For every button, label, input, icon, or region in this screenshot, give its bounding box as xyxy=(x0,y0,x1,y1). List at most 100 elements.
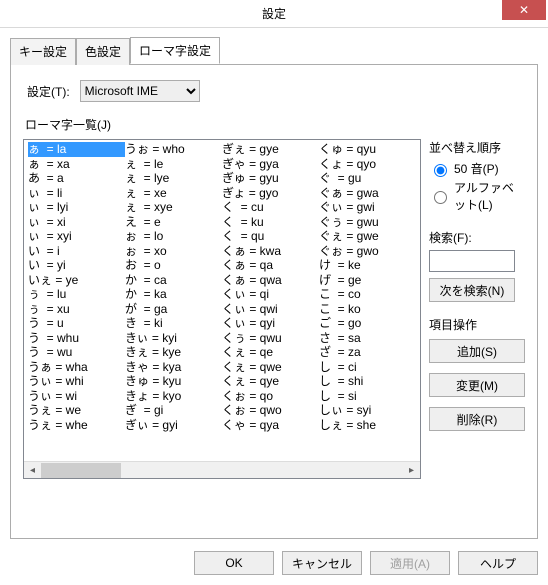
list-item[interactable]: ぅ = xu xyxy=(28,302,125,317)
find-next-button[interactable]: 次を検索(N) xyxy=(429,278,515,302)
list-item[interactable]: ぃ = li xyxy=(28,186,125,201)
list-item[interactable]: い = i xyxy=(28,244,125,259)
list-item[interactable]: ぎぇ = gye xyxy=(222,142,319,157)
list-item[interactable]: ぁ = la xyxy=(28,142,125,157)
tab-romaji[interactable]: ローマ字設定 xyxy=(130,37,220,64)
list-item[interactable]: ぐぅ = gwu xyxy=(319,215,416,230)
scroll-thumb[interactable] xyxy=(41,463,121,478)
list-item[interactable]: ぇ = xe xyxy=(125,186,222,201)
list-item[interactable]: くゃ = qya xyxy=(222,418,319,433)
scroll-track[interactable] xyxy=(41,462,403,479)
list-item[interactable]: し = si xyxy=(319,389,416,404)
tab-color[interactable]: 色設定 xyxy=(76,38,130,65)
list-item[interactable]: か = ca xyxy=(125,273,222,288)
setting-select[interactable]: Microsoft IME xyxy=(80,80,200,102)
list-item[interactable]: う = whu xyxy=(28,331,125,346)
list-item[interactable]: く = ku xyxy=(222,215,319,230)
list-item[interactable]: う = wu xyxy=(28,345,125,360)
close-button[interactable]: ✕ xyxy=(502,0,546,20)
tab-key[interactable]: キー設定 xyxy=(10,38,76,65)
list-item[interactable]: ぎゃ = gya xyxy=(222,157,319,172)
list-item[interactable]: うぉ = who xyxy=(125,142,222,157)
list-item[interactable]: い = yi xyxy=(28,258,125,273)
ok-button[interactable]: OK xyxy=(194,551,274,575)
sort-radio-alpha-input[interactable] xyxy=(434,191,447,204)
list-item[interactable]: ぎ = gi xyxy=(125,403,222,418)
change-button[interactable]: 変更(M) xyxy=(429,373,525,397)
list-item[interactable]: しぇ = she xyxy=(319,418,416,433)
list-item[interactable]: くぇ = qwe xyxy=(222,360,319,375)
list-item[interactable]: し = ci xyxy=(319,360,416,375)
list-item[interactable]: きぇ = kye xyxy=(125,345,222,360)
list-item[interactable]: ぐぃ = gwi xyxy=(319,200,416,215)
list-item[interactable]: うぃ = wi xyxy=(28,389,125,404)
list-item[interactable]: しぃ = syi xyxy=(319,403,416,418)
list-item[interactable]: ぐぇ = gwe xyxy=(319,229,416,244)
list-item[interactable]: ぐ = gu xyxy=(319,171,416,186)
list-item[interactable]: ぐぉ = gwo xyxy=(319,244,416,259)
scroll-right-icon[interactable]: ▸ xyxy=(403,462,420,479)
help-button[interactable]: ヘルプ xyxy=(458,551,538,575)
list-item[interactable]: くぁ = qwa xyxy=(222,273,319,288)
list-item[interactable]: く = cu xyxy=(222,200,319,215)
list-item[interactable]: げ = ge xyxy=(319,273,416,288)
list-item[interactable]: あ = a xyxy=(28,171,125,186)
list-item[interactable]: ぃ = xi xyxy=(28,215,125,230)
list-item[interactable]: ぎぃ = gyi xyxy=(125,418,222,433)
cancel-button[interactable]: キャンセル xyxy=(282,551,362,575)
list-item[interactable]: くぃ = qwi xyxy=(222,302,319,317)
list-item[interactable]: きょ = kyo xyxy=(125,389,222,404)
list-item[interactable]: ざ = za xyxy=(319,345,416,360)
list-item[interactable]: くぁ = qa xyxy=(222,258,319,273)
list-item[interactable]: さ = sa xyxy=(319,331,416,346)
list-item[interactable]: ぐぁ = gwa xyxy=(319,186,416,201)
search-input[interactable] xyxy=(429,250,515,272)
list-item[interactable]: きゃ = kya xyxy=(125,360,222,375)
list-item[interactable]: くぇ = qye xyxy=(222,374,319,389)
list-item[interactable]: くょ = qyo xyxy=(319,157,416,172)
list-item[interactable]: くぃ = qyi xyxy=(222,316,319,331)
list-item[interactable]: き = ki xyxy=(125,316,222,331)
list-item[interactable]: きぃ = kyi xyxy=(125,331,222,346)
list-item[interactable]: うぃ = whi xyxy=(28,374,125,389)
list-item[interactable]: ぇ = le xyxy=(125,157,222,172)
list-item[interactable]: ぅ = lu xyxy=(28,287,125,302)
apply-button[interactable]: 適用(A) xyxy=(370,551,450,575)
list-item[interactable]: う = u xyxy=(28,316,125,331)
sort-radio-50on[interactable]: 50 音(P) xyxy=(429,160,525,177)
list-item[interactable]: が = ga xyxy=(125,302,222,317)
list-item[interactable]: くぁ = kwa xyxy=(222,244,319,259)
list-item[interactable]: いぇ = ye xyxy=(28,273,125,288)
horizontal-scrollbar[interactable]: ◂ ▸ xyxy=(24,461,420,478)
list-item[interactable]: くゅ = qyu xyxy=(319,142,416,157)
list-item[interactable]: ぎょ = gyo xyxy=(222,186,319,201)
list-item[interactable]: ぇ = lye xyxy=(125,171,222,186)
list-item[interactable]: ぁ = xa xyxy=(28,157,125,172)
list-item[interactable]: お = o xyxy=(125,258,222,273)
list-item[interactable]: くぃ = qi xyxy=(222,287,319,302)
list-item[interactable]: こ = ko xyxy=(319,302,416,317)
list-item[interactable]: うぇ = whe xyxy=(28,418,125,433)
list-item[interactable]: くぉ = qo xyxy=(222,389,319,404)
romaji-listbox[interactable]: ぁ = laぁ = xaあ = aぃ = liぃ = lyiぃ = xiぃ = … xyxy=(23,139,421,479)
list-item[interactable]: こ = co xyxy=(319,287,416,302)
list-item[interactable]: く = qu xyxy=(222,229,319,244)
sort-radio-50on-input[interactable] xyxy=(434,164,447,177)
list-item[interactable]: か = ka xyxy=(125,287,222,302)
list-item[interactable]: くぇ = qe xyxy=(222,345,319,360)
add-button[interactable]: 追加(S) xyxy=(429,339,525,363)
list-item[interactable]: きゅ = kyu xyxy=(125,374,222,389)
list-item[interactable]: ぃ = lyi xyxy=(28,200,125,215)
list-item[interactable]: ご = go xyxy=(319,316,416,331)
list-item[interactable]: ぇ = xye xyxy=(125,200,222,215)
list-item[interactable]: くぅ = qwu xyxy=(222,331,319,346)
list-item[interactable]: くぉ = qwo xyxy=(222,403,319,418)
list-item[interactable]: ぃ = xyi xyxy=(28,229,125,244)
scroll-left-icon[interactable]: ◂ xyxy=(24,462,41,479)
list-item[interactable]: ぉ = lo xyxy=(125,229,222,244)
list-item[interactable]: ぉ = xo xyxy=(125,244,222,259)
list-item[interactable]: え = e xyxy=(125,215,222,230)
list-item[interactable]: ぎゅ = gyu xyxy=(222,171,319,186)
list-item[interactable]: し = shi xyxy=(319,374,416,389)
list-item[interactable]: うぇ = we xyxy=(28,403,125,418)
